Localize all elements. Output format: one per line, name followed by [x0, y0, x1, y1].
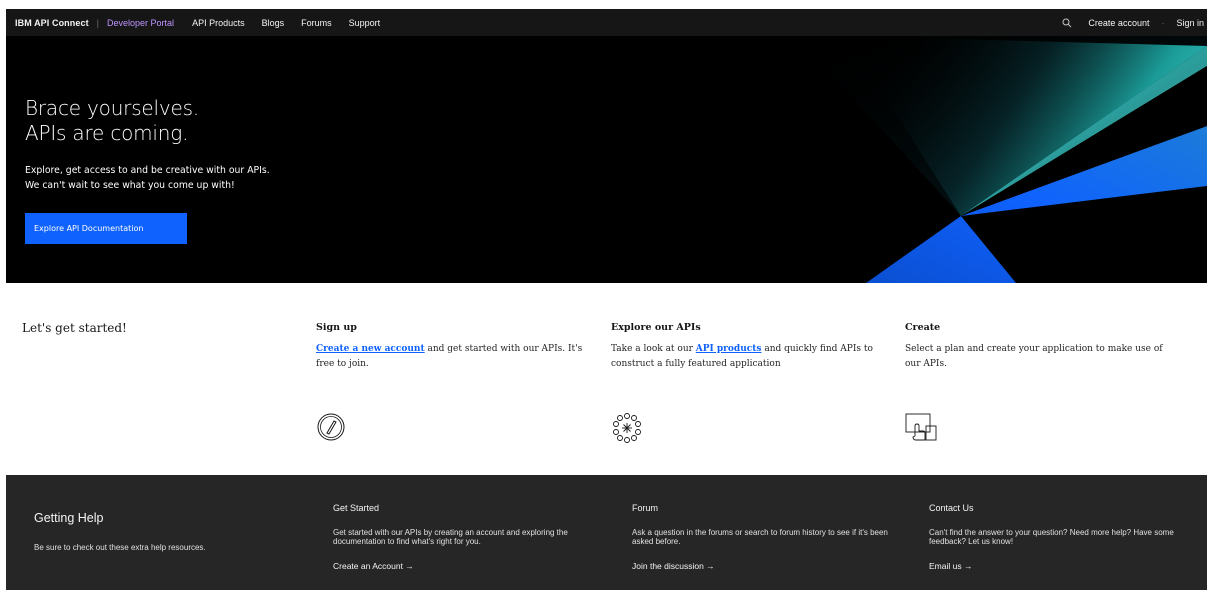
hero-title-line2: APIs are coming. — [25, 121, 189, 145]
footer-forum-text: Ask a question in the forums or search t… — [632, 528, 888, 546]
signup-text: Create a new account and get started wit… — [316, 344, 583, 369]
hero-subtitle-line2: We can't wait to see what you come up wi… — [25, 180, 235, 191]
footer-subtitle: Be sure to check out these extra help re… — [34, 543, 206, 552]
nav-api-products[interactable]: API Products — [192, 18, 245, 28]
hero-beam-graphic — [796, 36, 1207, 283]
network-icon — [611, 412, 643, 449]
hero-title: Brace yourselves. APIs are coming. — [25, 96, 199, 146]
footer-contact-text: Can't find the answer to your question? … — [929, 528, 1174, 546]
footer-get-started: Get Started Get started with our APIs by… — [333, 503, 598, 571]
footer-forum-heading: Forum — [632, 503, 659, 513]
hero-subtitle-line1: Explore, get access to and be creative w… — [25, 165, 270, 176]
nav-support[interactable]: Support — [349, 18, 381, 28]
top-navigation: IBM API Connect | Developer Portal API P… — [6, 9, 1207, 36]
footer-get-started-text: Get started with our APIs by creating an… — [333, 528, 568, 546]
touch-icon — [905, 412, 939, 447]
hero-subtitle: Explore, get access to and be creative w… — [25, 163, 270, 193]
footer-contact-heading: Contact Us — [929, 503, 974, 513]
footer-forum: Forum Ask a question in the forums or se… — [632, 503, 897, 571]
pencil-icon — [316, 412, 346, 447]
nav-forums[interactable]: Forums — [301, 18, 332, 28]
footer-get-started-heading: Get Started — [333, 503, 380, 513]
footer-title: Getting Help — [34, 511, 104, 525]
email-us-link[interactable]: Email us → — [929, 561, 1194, 571]
footer: Getting Help Be sure to check out these … — [6, 475, 1207, 590]
portal-name[interactable]: Developer Portal — [107, 18, 174, 28]
explore-heading: Explore our APIs — [611, 322, 701, 333]
signup-heading: Sign up — [316, 322, 357, 333]
create-account-link[interactable]: Create account — [1088, 18, 1149, 28]
hero-title-line1: Brace yourselves. — [25, 96, 200, 120]
explore-api-docs-button[interactable]: Explore API Documentation — [25, 213, 187, 244]
sign-in-link[interactable]: Sign in — [1176, 18, 1204, 28]
search-icon[interactable] — [1061, 17, 1073, 29]
join-discussion-link[interactable]: Join the discussion → — [632, 561, 897, 571]
create-text: Select a plan and create your applicatio… — [905, 344, 1163, 369]
create-an-account-link[interactable]: Create an Account → — [333, 561, 598, 571]
api-products-link[interactable]: API products — [696, 344, 762, 354]
brand-divider: | — [96, 17, 100, 28]
hero-banner: Brace yourselves. APIs are coming. Explo… — [6, 36, 1207, 283]
create-new-account-link[interactable]: Create a new account — [316, 344, 425, 354]
create-heading: Create — [905, 322, 941, 333]
footer-contact: Contact Us Can't find the answer to your… — [929, 503, 1194, 571]
nav-right: Create account · Sign in — [1061, 17, 1207, 29]
create-column: Create Select a plan and create your app… — [905, 322, 1175, 441]
explore-column: Explore our APIs Take a look at our API … — [611, 322, 881, 443]
nav-blogs[interactable]: Blogs — [262, 18, 285, 28]
explore-text: Take a look at our API products and quic… — [611, 344, 873, 369]
signup-column: Sign up Create a new account and get sta… — [316, 322, 586, 441]
nav-dot: · — [1161, 17, 1165, 28]
getting-started-title: Let's get started! — [22, 321, 127, 335]
brand-name[interactable]: IBM API Connect — [15, 18, 89, 28]
